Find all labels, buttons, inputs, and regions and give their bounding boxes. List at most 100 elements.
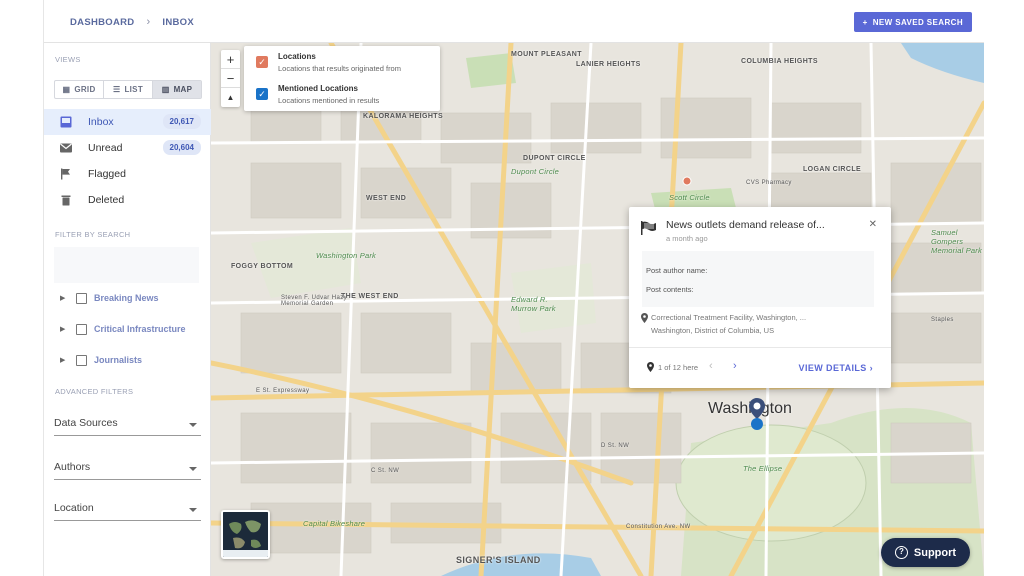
view-list-button[interactable]: ☰ LIST [104, 81, 153, 98]
map-label-west-end: WEST END [366, 195, 407, 202]
view-map-button[interactable]: ▥ MAP [153, 81, 201, 98]
map-label-e-st: E St. Expressway [256, 388, 310, 394]
search-group-critical-infrastructure[interactable]: ▶ Critical Infrastructure [44, 321, 211, 341]
map-pin-icon[interactable] [748, 397, 766, 431]
sidebar-item-unread[interactable]: Unread 20,604 [44, 135, 211, 161]
chevron-left-icon[interactable]: ‹ [709, 360, 713, 372]
unread-count-badge: 20,604 [162, 140, 201, 155]
support-label: Support [913, 546, 957, 559]
map-label-dupont-circle: DUPONT CIRCLE [523, 155, 586, 162]
map-label-capital-bikeshare: Capital Bikeshare [303, 519, 366, 528]
legend-item-locations[interactable]: ✓ Locations Locations that results origi… [256, 48, 436, 76]
breadcrumb-dashboard[interactable]: DASHBOARD [70, 17, 134, 28]
map-label-samuel-gompers: Samuel Gompers Memorial Park [931, 228, 982, 255]
map-icon: ▥ [161, 85, 170, 94]
legend-title: Locations [278, 52, 316, 61]
map-label-signers-island: SIGNER'S ISLAND [456, 555, 541, 565]
chevron-right-icon: › [869, 363, 873, 373]
breadcrumb-inbox: INBOX [162, 16, 195, 28]
sidebar-item-label: Flagged [88, 168, 126, 180]
map-label-dupont-circle-park: Dupont Circle [511, 167, 560, 176]
caret-right-icon[interactable]: ▶ [60, 356, 65, 364]
location-label: Location [54, 502, 94, 514]
popup-divider [629, 347, 891, 348]
satellite-toggle-button[interactable] [221, 510, 270, 559]
sidebar: VIEWS ▦ GRID ☰ LIST ▥ MAP Inbox 20,617 U… [44, 43, 211, 576]
authors-select[interactable]: Authors [54, 458, 201, 480]
sidebar-item-label: Inbox [88, 116, 114, 128]
chevron-down-icon [189, 423, 197, 427]
filter-search-input[interactable] [54, 247, 199, 283]
advanced-filters-title: ADVANCED FILTERS [55, 387, 134, 396]
app-window: DASHBOARD › INBOX + NEW SAVED SEARCH VIE… [43, 0, 984, 576]
chevron-down-icon [189, 467, 197, 471]
view-switcher: ▦ GRID ☰ LIST ▥ MAP [54, 80, 202, 99]
checkbox-checked-icon[interactable]: ✓ [256, 56, 268, 68]
popup-title[interactable]: News outlets demand release of... [666, 219, 825, 231]
location-select[interactable]: Location [54, 499, 201, 521]
zoom-in-button[interactable]: + [221, 50, 240, 69]
close-icon[interactable]: ✕ [869, 219, 877, 230]
sidebar-item-inbox[interactable]: Inbox 20,617 [44, 109, 211, 135]
chevron-down-icon [189, 508, 197, 512]
compass-button[interactable]: ▲ [221, 88, 240, 107]
map-label-foggy-bottom: FOGGY BOTTOM [231, 263, 294, 270]
post-contents-label: Post contents: [646, 285, 694, 294]
map-label-washington-park: Washington Park [316, 251, 376, 260]
map-label-lanier-heights: LANIER HEIGHTS [576, 61, 641, 68]
map-label-edward-murrow: Edward R. Murrow Park [511, 295, 556, 313]
caret-right-icon[interactable]: ▶ [60, 294, 65, 302]
globe-icon [223, 512, 268, 557]
caret-right-icon[interactable]: ▶ [60, 325, 65, 333]
inbox-icon [60, 116, 72, 128]
location-pin-icon [647, 362, 654, 372]
view-details-label: VIEW DETAILS [798, 363, 867, 373]
authors-label: Authors [54, 461, 91, 473]
legend-subtitle: Locations that results originated from [278, 64, 401, 73]
result-popup: News outlets demand release of... a mont… [629, 207, 891, 388]
map-legend: ✓ Locations Locations that results origi… [244, 46, 440, 111]
view-grid-button[interactable]: ▦ GRID [55, 81, 104, 98]
popup-time: a month ago [666, 234, 708, 243]
legend-item-mentioned-locations[interactable]: ✓ Mentioned Locations Locations mentione… [256, 80, 436, 108]
checkbox[interactable] [76, 355, 87, 366]
trash-icon [61, 195, 71, 206]
sidebar-item-flagged[interactable]: Flagged [44, 161, 211, 187]
checkbox[interactable] [76, 324, 87, 335]
popup-pager: 1 of 12 here [658, 363, 699, 372]
breadcrumb-separator-icon: › [146, 16, 151, 28]
view-grid-label: GRID [74, 85, 96, 94]
map-canvas[interactable]: MOUNT PLEASANT LANIER HEIGHTS COLUMBIA H… [211, 43, 984, 576]
popup-location-line2: Washington, District of Columbia, US [651, 326, 775, 335]
search-group-label: Journalists [94, 355, 143, 365]
map-label-staples: Staples [931, 317, 954, 323]
map-label-memorial-garden: Steven F. Udvar Hazy Memorial Garden [281, 295, 348, 307]
popup-location-line1: Correctional Treatment Facility, Washing… [651, 313, 807, 322]
search-group-journalists[interactable]: ▶ Journalists [44, 352, 211, 372]
data-sources-select[interactable]: Data Sources [54, 414, 201, 436]
post-author-label: Post author name: [646, 266, 708, 275]
sidebar-item-deleted[interactable]: Deleted [44, 187, 211, 213]
support-button[interactable]: ? Support [881, 538, 970, 567]
sidebar-item-label: Unread [88, 142, 123, 154]
mail-icon [60, 143, 72, 153]
zoom-controls: + − ▲ [221, 50, 240, 107]
location-pin-icon [641, 313, 648, 323]
origin-location-marker[interactable] [682, 176, 692, 186]
checkbox-checked-icon[interactable]: ✓ [256, 88, 268, 100]
chevron-right-icon[interactable]: › [733, 360, 737, 372]
map-label-scott-circle: Scott Circle [669, 193, 710, 202]
legend-title: Mentioned Locations [278, 84, 358, 93]
legend-subtitle: Locations mentioned in results [278, 96, 380, 105]
sidebar-item-label: Deleted [88, 194, 125, 206]
checkbox[interactable] [76, 293, 87, 304]
inbox-count-badge: 20,617 [162, 114, 201, 129]
map-label-kalorama-heights: KALORAMA HEIGHTS [363, 113, 444, 120]
map-label-mount-pleasant: MOUNT PLEASANT [511, 51, 582, 58]
plus-icon: + [862, 17, 868, 27]
new-saved-search-button[interactable]: + NEW SAVED SEARCH [853, 12, 972, 32]
view-details-button[interactable]: VIEW DETAILS › [799, 363, 873, 373]
search-group-breaking-news[interactable]: ▶ Breaking News [44, 290, 211, 310]
zoom-out-button[interactable]: − [221, 69, 240, 88]
views-title: VIEWS [55, 55, 81, 64]
